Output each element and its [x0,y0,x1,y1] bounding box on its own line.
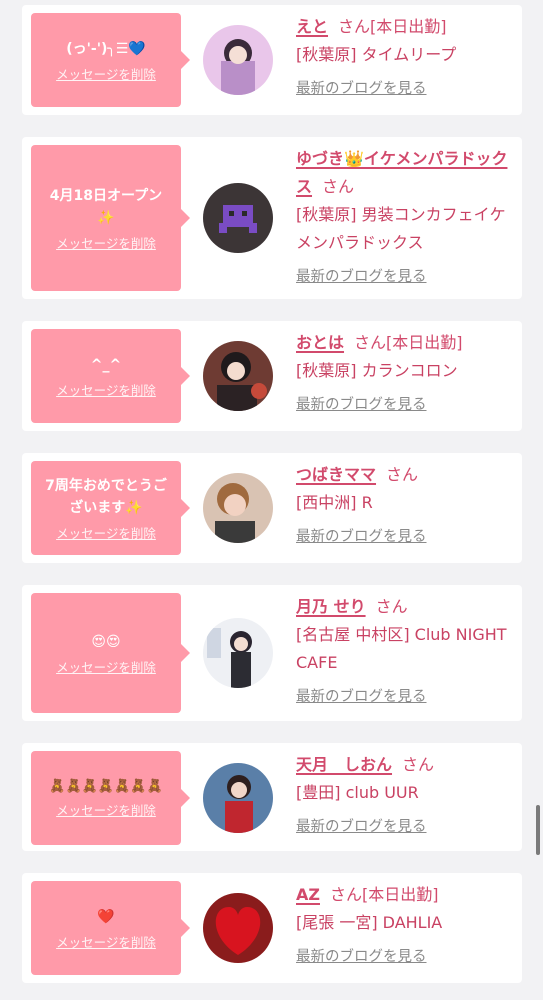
message-text: (っ'-')╮☰💙 [66,40,146,57]
cast-info: つばきママ さん [西中洲] R 最新のブログを見る [296,461,520,551]
shop-name: [尾張 一宮] DAHLIA [296,913,443,932]
cast-honor: さん[本日出勤] [329,885,439,904]
shop-name: [西中洲] R [296,493,373,512]
avatar[interactable] [203,473,273,543]
message-bubble: 😍😍 メッセージを削除 [31,593,181,713]
delete-message-link[interactable]: メッセージを削除 [56,800,156,819]
message-text: 7周年おめでとうございます✨ [45,477,167,516]
latest-blog-link[interactable]: 最新のブログを見る [296,75,427,103]
latest-blog-link[interactable]: 最新のブログを見る [296,523,427,551]
message-bubble: 7周年おめでとうございます✨ メッセージを削除 [31,461,181,555]
avatar[interactable] [203,763,273,833]
favorite-card: ^_^ メッセージを削除 おとは さん[本日出勤] [秋葉原] カランコロン 最新… [22,321,522,431]
shop-name: [秋葉原] カランコロン [296,361,458,380]
delete-message-link[interactable]: メッセージを削除 [56,932,156,951]
cast-name-link[interactable]: えと [296,17,328,36]
delete-message-link[interactable]: メッセージを削除 [56,64,156,83]
message-text: 🧸🧸🧸🧸🧸🧸🧸 [49,779,163,794]
shop-name: [豊田] club UUR [296,783,419,802]
delete-message-link[interactable]: メッセージを削除 [56,233,156,252]
delete-message-link[interactable]: メッセージを削除 [56,380,156,399]
cast-name-link[interactable]: つばきママ [296,465,376,484]
cast-info: 月乃 せり さん [名古屋 中村区] Club NIGHT CAFE 最新のブログ… [296,593,520,711]
message-bubble: 🧸🧸🧸🧸🧸🧸🧸 メッセージを削除 [31,751,181,845]
scrollbar[interactable] [536,805,540,855]
cast-name-link[interactable]: おとは [296,333,344,352]
message-bubble: ❤️ メッセージを削除 [31,881,181,975]
latest-blog-link[interactable]: 最新のブログを見る [296,943,427,971]
avatar[interactable] [203,341,273,411]
cast-info: ゆづき👑イケメンパラドックス さん [秋葉原] 男装コンカフェイケメンパラドックス… [296,145,520,291]
message-text: 4月18日オープン ✨ [49,187,163,226]
latest-blog-link[interactable]: 最新のブログを見る [296,391,427,419]
cast-honor: さん[本日出勤] [354,333,463,352]
favorite-card: 😍😍 メッセージを削除 月乃 せり さん [名古屋 中村区] Club NIGHT… [22,585,522,721]
message-bubble: (っ'-')╮☰💙 メッセージを削除 [31,13,181,107]
favorite-card: ❤️ メッセージを削除 AZ さん[本日出勤] [尾張 一宮] DAHLIA 最新… [22,873,522,983]
cast-honor: さん [375,597,408,616]
message-text: ❤️ [97,908,115,925]
shop-name: [名古屋 中村区] Club NIGHT CAFE [296,625,507,672]
cast-info: 天月 しおん さん [豊田] club UUR 最新のブログを見る [296,751,520,841]
favorite-card: (っ'-')╮☰💙 メッセージを削除 えと さん[本日出勤] [秋葉原] タイムリ… [22,5,522,115]
latest-blog-link[interactable]: 最新のブログを見る [296,683,427,711]
cast-honor: さん [322,177,355,196]
cast-name-link[interactable]: AZ [296,885,320,904]
cast-honor: さん [386,465,419,484]
message-bubble: 4月18日オープン ✨ メッセージを削除 [31,145,181,291]
avatar[interactable] [203,618,273,688]
shop-name: [秋葉原] タイムリープ [296,45,457,64]
cast-info: えと さん[本日出勤] [秋葉原] タイムリープ 最新のブログを見る [296,13,520,103]
cast-name-link[interactable]: 月乃 せり [296,597,366,616]
favorite-card: 4月18日オープン ✨ メッセージを削除 ゆづき👑イケメンパラドックス さん [秋… [22,137,522,299]
cast-info: AZ さん[本日出勤] [尾張 一宮] DAHLIA 最新のブログを見る [296,881,520,971]
latest-blog-link[interactable]: 最新のブログを見る [296,813,427,841]
message-bubble: ^_^ メッセージを削除 [31,329,181,423]
delete-message-link[interactable]: メッセージを削除 [56,523,156,542]
favorite-card: 🧸🧸🧸🧸🧸🧸🧸 メッセージを削除 天月 しおん さん [豊田] club UUR … [22,743,522,851]
message-text: ^_^ [90,356,122,373]
cast-honor: さん [402,755,435,774]
avatar[interactable] [203,183,273,253]
avatar[interactable] [203,893,273,963]
message-text: 😍😍 [91,633,121,650]
shop-name: [秋葉原] 男装コンカフェイケメンパラドックス [296,205,506,252]
cast-name-link[interactable]: 天月 しおん [296,755,392,774]
cast-info: おとは さん[本日出勤] [秋葉原] カランコロン 最新のブログを見る [296,329,520,419]
cast-honor: さん[本日出勤] [338,17,447,36]
latest-blog-link[interactable]: 最新のブログを見る [296,263,427,291]
avatar[interactable] [203,25,273,95]
delete-message-link[interactable]: メッセージを削除 [56,657,156,676]
favorite-card: 7周年おめでとうございます✨ メッセージを削除 つばきママ さん [西中洲] R … [22,453,522,563]
